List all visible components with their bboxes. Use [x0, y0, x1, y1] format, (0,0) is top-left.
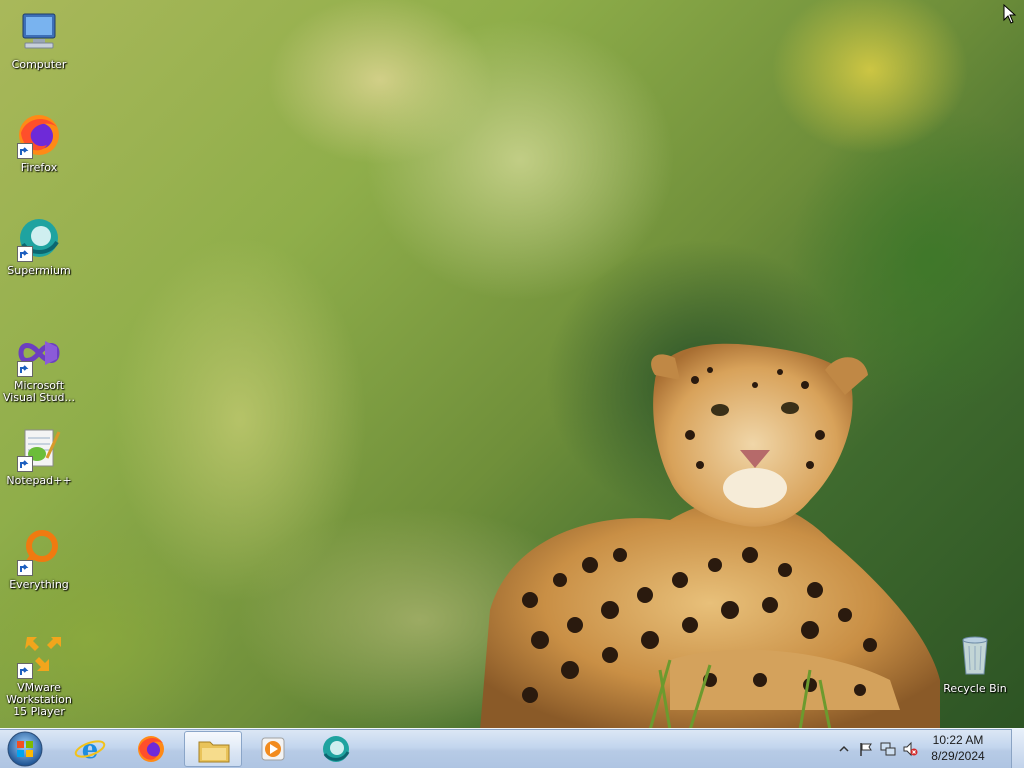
folder-icon — [198, 741, 230, 763]
jaguar-image — [480, 343, 940, 728]
clock-date: 8/29/2024 — [931, 749, 985, 763]
internet-explorer-icon: e — [74, 735, 106, 764]
firefox-icon — [15, 111, 63, 159]
recycle-bin-icon — [951, 632, 999, 680]
clock-time: 10:22 AM — [932, 733, 984, 747]
desktop-icon-label: Notepad++ — [6, 474, 72, 487]
svg-text:e: e — [82, 735, 99, 764]
notepadpp-icon — [15, 424, 63, 472]
visual-studio-icon — [15, 329, 63, 377]
everything-icon — [15, 528, 63, 576]
desktop-icon-firefox[interactable]: Firefox — [1, 111, 77, 174]
show-hidden-icons[interactable] — [836, 741, 852, 757]
supermium-icon — [323, 736, 350, 762]
desktop-icon-recycle-bin[interactable]: Recycle Bin — [937, 632, 1013, 695]
taskbar-supermium[interactable] — [308, 731, 364, 767]
desktop-icon-supermium[interactable]: Supermium — [1, 214, 77, 277]
shortcut-arrow-icon — [17, 143, 33, 159]
desktop-icon-vmware[interactable]: VMware Workstation 15 Player — [1, 631, 77, 718]
desktop-icon-label: Everything — [9, 578, 69, 591]
network-icon[interactable] — [880, 741, 896, 757]
desktop-wallpaper — [0, 0, 1024, 728]
taskbar-internet-explorer[interactable]: e — [62, 731, 118, 767]
desktop-icon-label: VMware Workstation 15 Player — [6, 681, 72, 718]
desktop-icon-visual-studio[interactable]: Microsoft Visual Stud... — [1, 329, 77, 404]
taskbar-firefox[interactable] — [123, 731, 179, 767]
supermium-icon — [15, 214, 63, 262]
desktop-icon-label: Firefox — [20, 161, 58, 174]
firefox-icon — [138, 736, 164, 762]
taskbar-media-player[interactable] — [245, 731, 301, 767]
volume-muted-icon[interactable] — [902, 741, 918, 757]
taskbar-windows-explorer[interactable] — [184, 731, 242, 767]
shortcut-arrow-icon — [17, 663, 33, 679]
shortcut-arrow-icon — [17, 361, 33, 377]
desktop-icon-label: Microsoft Visual Stud... — [2, 379, 76, 404]
desktop-icon-notepadpp[interactable]: Notepad++ — [1, 424, 77, 487]
desktop-icon-label: Supermium — [7, 264, 71, 277]
system-tray: 10:22 AM 8/29/2024 — [834, 729, 1024, 768]
desktop-icon-label: Computer — [11, 58, 67, 71]
desktop-icon-computer[interactable]: Computer — [1, 8, 77, 71]
media-player-icon — [261, 737, 285, 761]
desktop-icon-label: Recycle Bin — [943, 682, 1007, 695]
shortcut-arrow-icon — [17, 560, 33, 576]
shortcut-arrow-icon — [17, 246, 33, 262]
shortcut-arrow-icon — [17, 456, 33, 472]
show-desktop-button[interactable] — [1011, 729, 1024, 768]
vmware-icon — [15, 631, 63, 679]
mouse-cursor-icon — [1003, 4, 1017, 24]
taskbar: e 10:22 AM 8/29/2024 — [0, 728, 1024, 768]
desktop-icon-everything[interactable]: Everything — [1, 528, 77, 591]
computer-icon — [15, 8, 63, 56]
clock[interactable]: 10:22 AM 8/29/2024 — [924, 732, 992, 764]
windows-logo-icon — [7, 731, 43, 767]
start-button[interactable] — [6, 731, 44, 767]
action-center-flag-icon[interactable] — [858, 741, 874, 757]
